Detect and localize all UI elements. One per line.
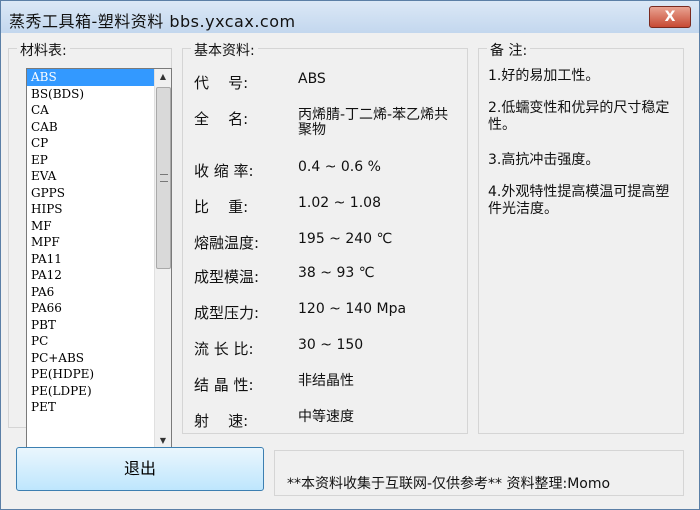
- note-item: 2.低蠕变性和优异的尺寸稳定性。: [488, 100, 670, 133]
- info-value: 120 ~ 140 Mpa: [298, 301, 407, 317]
- info-label: 收 缩 率:: [194, 162, 254, 180]
- info-value: 38 ~ 93 ℃: [298, 265, 375, 281]
- material-list-item[interactable]: PBT: [27, 317, 155, 334]
- material-list-item[interactable]: MPF: [27, 234, 155, 251]
- material-list-item[interactable]: PE(LDPE): [27, 383, 155, 400]
- footer-disclaimer: **本资料收集于互联网-仅供参考** 资料整理:Momo: [287, 476, 611, 492]
- material-list-item[interactable]: EVA: [27, 168, 155, 185]
- scroll-up-icon[interactable]: ▲: [155, 69, 171, 85]
- info-label: 代 号:: [194, 74, 249, 92]
- material-list-item[interactable]: CA: [27, 102, 155, 119]
- info-value: 195 ~ 240 ℃: [298, 231, 393, 247]
- scroll-thumb[interactable]: [156, 87, 171, 269]
- note-item: 4.外观特性提高模温可提高塑件光洁度。: [488, 184, 670, 217]
- material-list-item[interactable]: PC+ABS: [27, 350, 155, 367]
- info-value: 0.4 ~ 0.6 %: [298, 159, 381, 175]
- material-list-item[interactable]: PA6: [27, 284, 155, 301]
- info-label: 全 名:: [194, 110, 249, 128]
- grip-icon: [160, 174, 168, 182]
- material-list-item[interactable]: BS(BDS): [27, 86, 155, 103]
- info-value: ABS: [298, 71, 326, 87]
- material-list-item[interactable]: HIPS: [27, 201, 155, 218]
- close-button[interactable]: X: [649, 6, 691, 28]
- info-label: 比 重:: [194, 198, 249, 216]
- material-list-item[interactable]: MF: [27, 218, 155, 235]
- info-value: 1.02 ~ 1.08: [298, 195, 381, 211]
- material-list-item[interactable]: GPPS: [27, 185, 155, 202]
- materials-listbox[interactable]: ABS BS(BDS) CA CAB CP EP EVA GPPS HIPS MF MPF PA11 P…: [26, 68, 172, 450]
- info-label: 流 长 比:: [194, 340, 254, 358]
- materials-group-title: 材料表:: [17, 40, 70, 60]
- exit-button[interactable]: 退出: [16, 447, 264, 491]
- materials-scrollbar[interactable]: ▲ ▼: [154, 69, 171, 449]
- info-value: 丙烯腈-丁二烯-苯乙烯共聚物: [298, 107, 449, 138]
- material-list-item[interactable]: PC: [27, 333, 155, 350]
- material-list-item[interactable]: PA66: [27, 300, 155, 317]
- info-value: 非结晶性: [298, 373, 354, 389]
- footer-box: **本资料收集于互联网-仅供参考** 资料整理:Momo: [274, 450, 684, 496]
- note-item: 3.高抗冲击强度。: [488, 152, 600, 168]
- material-list-item[interactable]: PA11: [27, 251, 155, 268]
- info-value: 30 ~ 150: [298, 337, 364, 353]
- material-list-item[interactable]: CP: [27, 135, 155, 152]
- notes-group-title: 备 注:: [487, 40, 531, 60]
- note-item: 1.好的易加工性。: [488, 68, 600, 84]
- material-list-item[interactable]: PA12: [27, 267, 155, 284]
- info-label: 结 晶 性:: [194, 376, 254, 394]
- material-list-item[interactable]: PET: [27, 399, 155, 416]
- info-label: 射 速:: [194, 412, 249, 430]
- material-list-item[interactable]: PE(HDPE): [27, 366, 155, 383]
- window-title: 蒸秀工具箱-塑料资料 bbs.yxcax.com: [9, 12, 296, 31]
- material-list-item[interactable]: ABS: [27, 69, 155, 86]
- title-bar[interactable]: 蒸秀工具箱-塑料资料 bbs.yxcax.com X: [1, 1, 699, 33]
- info-value: 中等速度: [298, 409, 354, 425]
- info-label: 熔融温度:: [194, 234, 260, 252]
- info-label: 成型模温:: [194, 268, 260, 286]
- material-list-item[interactable]: EP: [27, 152, 155, 169]
- info-label: 成型压力:: [194, 304, 260, 322]
- material-list-item[interactable]: CAB: [27, 119, 155, 136]
- basic-info-group-title: 基本资料:: [191, 40, 258, 60]
- materials-list[interactable]: ABS BS(BDS) CA CAB CP EP EVA GPPS HIPS MF MPF PA11 P…: [27, 69, 155, 449]
